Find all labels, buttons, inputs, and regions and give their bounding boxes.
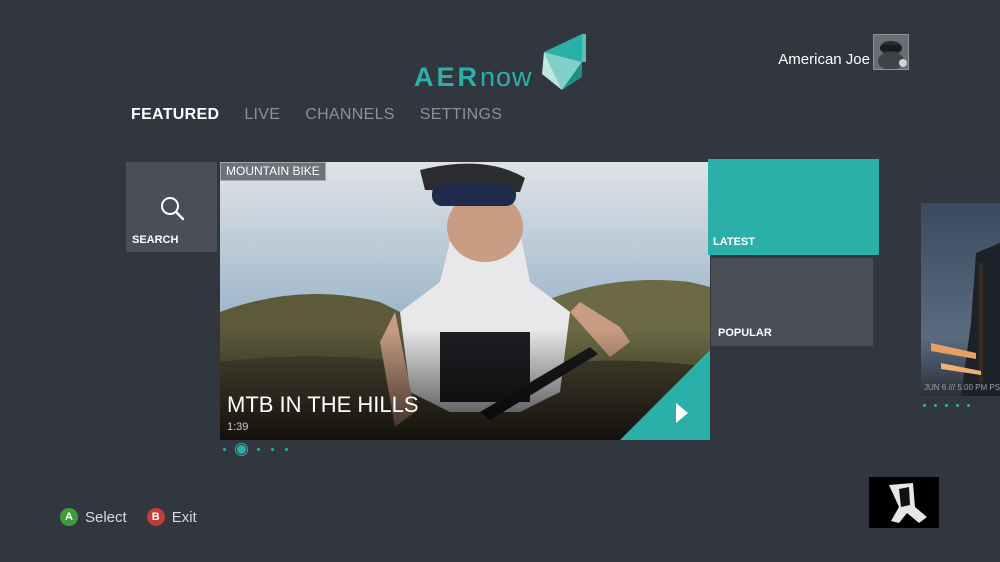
tab-channels[interactable]: CHANNELS	[305, 106, 395, 124]
pagination-dot[interactable]	[934, 404, 937, 407]
pagination-dot[interactable]	[923, 404, 926, 407]
hero-title: MTB IN THE HILLS	[227, 392, 419, 417]
pagination-dot-active[interactable]	[237, 445, 246, 454]
pagination-dot[interactable]	[271, 448, 274, 451]
main-nav: FEATURED LIVE CHANNELS SETTINGS	[131, 106, 502, 124]
pagination-dot[interactable]	[257, 448, 260, 451]
latest-label: LATEST	[713, 236, 755, 248]
next-panel-pagination	[923, 404, 970, 407]
exit-hint-label: Exit	[171, 508, 197, 526]
next-panel-thumbnail	[921, 203, 1000, 396]
video-preview-thumbnail[interactable]	[869, 477, 939, 528]
hero-duration: 1:39	[227, 421, 249, 433]
pagination-dot[interactable]	[967, 404, 970, 407]
logo-text-bold: AER	[414, 62, 481, 92]
play-icon[interactable]	[620, 350, 710, 440]
pagination-dot[interactable]	[956, 404, 959, 407]
user-avatar[interactable]	[873, 34, 909, 70]
hero-pagination	[223, 445, 288, 454]
pagination-dot[interactable]	[945, 404, 948, 407]
pagination-dot[interactable]	[223, 448, 226, 451]
tab-settings[interactable]: SETTINGS	[420, 106, 502, 124]
pagination-dot[interactable]	[285, 448, 288, 451]
search-icon	[161, 197, 185, 221]
featured-hero[interactable]: MOUNTAIN BIKE MTB IN THE HILLS 1:39	[220, 162, 710, 440]
preview-image	[869, 477, 939, 528]
search-tile[interactable]: SEARCH	[126, 162, 217, 252]
search-label: SEARCH	[132, 234, 179, 246]
hero-category-tag: MOUNTAIN BIKE	[220, 162, 326, 181]
select-hint[interactable]: A Select	[60, 508, 127, 526]
avatar-image	[874, 35, 908, 69]
latest-tile[interactable]: LATEST	[708, 159, 879, 255]
logo-text: AERnow	[414, 62, 533, 93]
user-name[interactable]: American Joe	[760, 51, 870, 68]
popular-tile[interactable]: POPULAR	[711, 258, 873, 346]
logo-gem-icon	[542, 34, 586, 90]
next-panel-date: JUN 6 /// 5:00 PM PST	[924, 383, 1000, 392]
controller-hints: A Select B Exit	[60, 508, 217, 526]
popular-label: POPULAR	[718, 327, 772, 339]
exit-hint[interactable]: B Exit	[146, 508, 197, 526]
a-button-icon: A	[60, 508, 78, 526]
tab-featured[interactable]: FEATURED	[131, 106, 219, 124]
b-button-icon: B	[146, 508, 165, 526]
select-hint-label: Select	[85, 508, 127, 526]
app-logo: AERnow	[414, 32, 590, 94]
next-panel-preview[interactable]: JUN 6 /// 5:00 PM PST	[921, 203, 1000, 396]
tab-live[interactable]: LIVE	[244, 106, 280, 124]
